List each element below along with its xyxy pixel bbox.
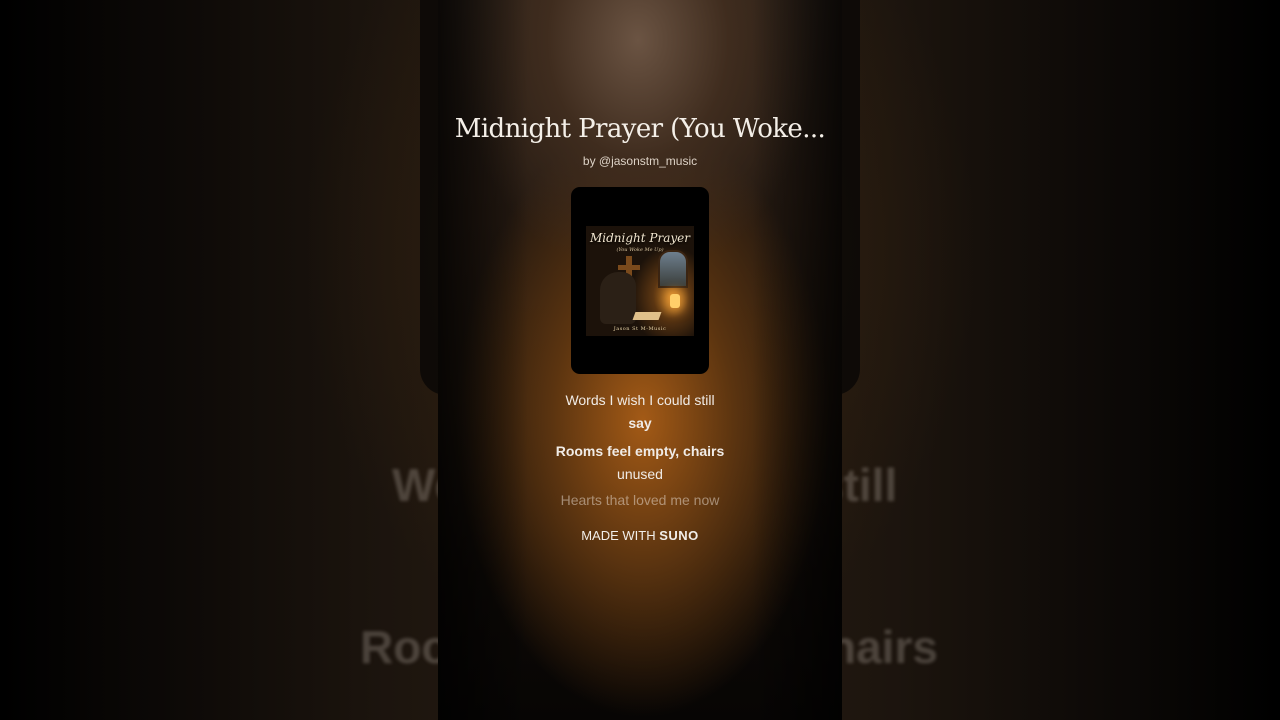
lyric-line-1-text: Words I wish I could still (565, 392, 715, 408)
cover-subtitle: (You Woke Me Up) (616, 246, 664, 253)
lyric-line-1: Words I wish I could still say (540, 389, 740, 435)
suno-brand: SUNO (659, 528, 699, 543)
artist-byline[interactable]: by @jasonstm_music (438, 154, 842, 168)
video-stage: Wo still Roo hairs Midnight Prayer (You … (0, 0, 1280, 720)
lantern-illustration (670, 293, 680, 308)
window-illustration (658, 249, 688, 288)
praying-figure-illustration (600, 271, 636, 324)
lyric-line-2-highlight: Rooms feel empty, chairs (555, 443, 725, 459)
cover-artist: Jason St M-Music (613, 325, 667, 332)
background-lyric-2-left: Roo (360, 621, 450, 673)
cover-title: Midnight Prayer (589, 230, 690, 245)
made-with-suno-label: MADE WITH SUNO (438, 528, 842, 543)
lyric-line-3: Hearts that loved me now (560, 492, 720, 508)
song-title: Midnight Prayer (You Woke... (454, 114, 826, 144)
background-lyric-2-right: hairs (828, 621, 938, 673)
lyrics-block: Words I wish I could still say Rooms fee… (438, 389, 842, 512)
album-cover-art: Midnight Prayer (You Woke Me Up) Jason S… (586, 225, 694, 336)
video-panel[interactable]: Midnight Prayer (You Woke... by @jasonst… (438, 0, 842, 720)
lyric-line-2-text: unused (617, 466, 663, 482)
lyric-line-1-highlight: say (628, 415, 652, 431)
album-cover-card[interactable]: Midnight Prayer (You Woke Me Up) Jason S… (571, 187, 709, 374)
made-with-prefix: MADE WITH (581, 528, 656, 543)
book-illustration (632, 311, 662, 320)
lyric-line-2: Rooms feel empty, chairs unused (540, 440, 740, 486)
